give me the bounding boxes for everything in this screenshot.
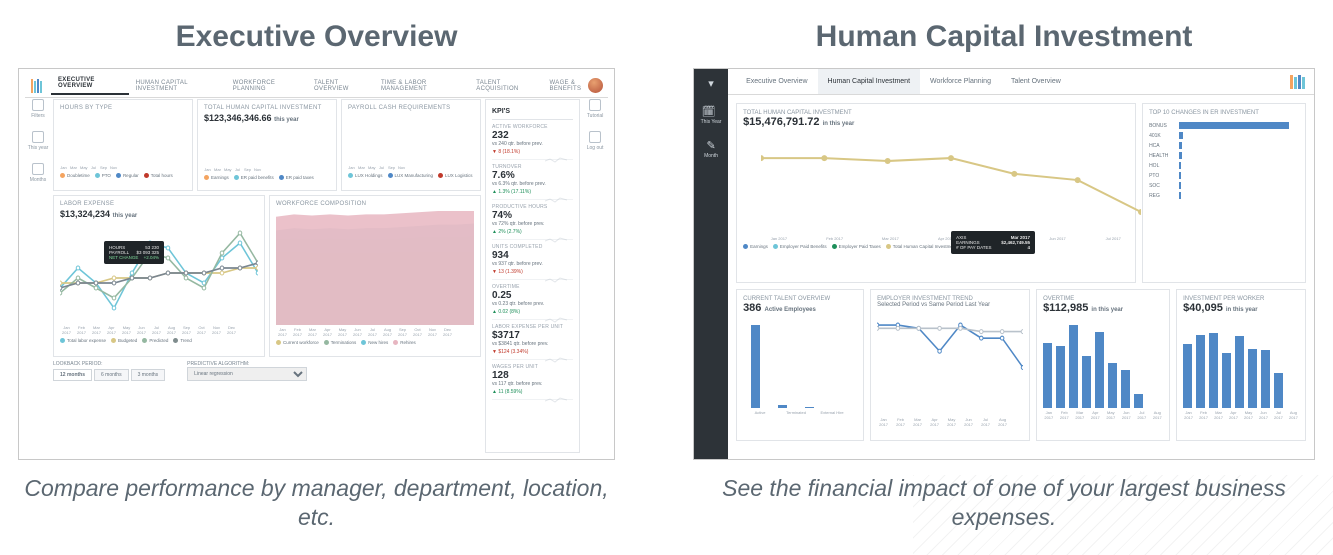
help-icon — [589, 99, 601, 111]
app-logo-icon — [31, 79, 45, 93]
lookback-3m[interactable]: 3 months — [131, 369, 166, 381]
comp-legend: Current workforce Terminations New hires… — [276, 340, 474, 345]
algorithm-select[interactable]: Linear regression — [187, 367, 307, 381]
panel-workforce-composition: WORKFORCE COMPOSITION Jan2017Feb2017Mar2… — [269, 195, 481, 357]
overtime-chart — [1043, 322, 1163, 408]
right-caption: See the financial impact of one of your … — [693, 474, 1315, 532]
kpi-item[interactable]: TURNOVER7.6%vs 6.3% qtr. before prev.▲ 1… — [492, 160, 573, 200]
tab-hci[interactable]: HUMAN CAPITAL INVESTMENT — [129, 80, 226, 92]
calendar-icon: 🗓 — [701, 103, 717, 119]
panel-title: HOURS BY TYPE — [60, 105, 186, 111]
labor-legend: Total labor expense Budgeted Predicted T… — [60, 338, 258, 343]
panel-title: LABOR EXPENSE — [60, 201, 258, 207]
panel-total-hci: TOTAL HUMAN CAPITAL INVESTMENT $123,346,… — [197, 99, 337, 191]
rail-this-year[interactable]: This year — [25, 131, 51, 151]
kpi-item[interactable]: OVERTIME0.25vs 0.23 qtr. before prev.▲ 0… — [492, 280, 573, 320]
kpi-item[interactable]: UNITS COMPLETED934vs 937 qtr. before pre… — [492, 240, 573, 280]
kpi-header: KPI'S — [492, 105, 573, 120]
rail-months[interactable]: Months — [25, 163, 51, 183]
rail-filters[interactable]: Filters — [25, 99, 51, 119]
left-heading: Executive Overview — [176, 20, 458, 54]
kpi-list: ACTIVE WORKFORCE232vs 240 qtr. before pr… — [492, 120, 573, 400]
hci-legend: Earnings ER paid benefits ER paid taxes — [204, 175, 330, 180]
b-left-rail: ▾ 🗓This Year ✎Month — [694, 69, 728, 459]
panel-total-hci-large: TOTAL HUMAN CAPITAL INVESTMENT $15,476,7… — [736, 103, 1136, 283]
hours-chart — [60, 117, 186, 163]
rail-month[interactable]: ✎Month — [703, 137, 719, 159]
payroll-chart — [348, 117, 474, 163]
calendar-icon — [32, 131, 44, 143]
pencil-icon: ✎ — [703, 137, 719, 153]
tab-workforce-planning[interactable]: WORKFORCE PLANNING — [226, 80, 307, 92]
lookback-12m[interactable]: 12 months — [53, 369, 92, 381]
kpi-item[interactable]: PRODUCTIVE HOURS74%vs 72% qtr. before pr… — [492, 200, 573, 240]
hci-tooltip: AXISMar 2017 EARNINGS$2,462,749.55 # OF … — [951, 231, 1035, 254]
panel-current-talent: CURRENT TALENT OVERVIEW 386 Active Emplo… — [736, 289, 864, 441]
left-rail: Filters This year Months — [25, 99, 51, 195]
logout-icon — [589, 131, 601, 143]
tab-executive-overview[interactable]: EXECUTIVE OVERVIEW — [51, 77, 129, 95]
panel-kpis: KPI'S ACTIVE WORKFORCE232vs 240 qtr. bef… — [485, 99, 580, 453]
algorithm-group: PREDICTIVE ALGORITHM: Linear regression — [187, 361, 307, 381]
tab-workforce-planning[interactable]: Workforce Planning — [920, 69, 1001, 94]
labor-axis: Jan2017Feb2017Mar2017Apr2017May2017Jun20… — [60, 325, 258, 335]
cto-chart — [751, 322, 857, 408]
tabs-bar: EXECUTIVE OVERVIEW HUMAN CAPITAL INVESTM… — [25, 75, 608, 98]
kpi-item[interactable]: WAGES PER UNIT128vs 117 qtr. before prev… — [492, 360, 573, 400]
funnel-icon — [32, 99, 44, 111]
panel-labor-expense: LABOR EXPENSE $13,324,234 this year HOUR… — [53, 195, 265, 357]
rail-tutorial[interactable]: Tutorial — [582, 99, 608, 119]
ipw-chart — [1183, 322, 1299, 408]
hours-legend: Doubletime PTO Regular Total hours — [60, 173, 186, 178]
panel-payroll-cash: PAYROLL CASH REQUIREMENTS JanMarMayJulSe… — [341, 99, 481, 191]
b-tabs: Executive Overview Human Capital Investm… — [728, 69, 1314, 95]
tab-talent-overview[interactable]: Talent Overview — [1001, 69, 1071, 94]
panel-title: TOTAL HUMAN CAPITAL INVESTMENT — [204, 105, 330, 111]
lookback-6m[interactable]: 6 months — [94, 369, 129, 381]
user-avatar[interactable] — [588, 78, 603, 93]
hours-axis: JanMarMayJulSepNov — [60, 165, 186, 170]
tab-exec-overview[interactable]: Executive Overview — [736, 69, 817, 94]
hci-dashboard: ▾ 🗓This Year ✎Month Executive Overview H… — [693, 68, 1315, 460]
grid-icon — [32, 163, 44, 175]
rail-logout[interactable]: Log out — [582, 131, 608, 151]
tab-talent-acq[interactable]: TALENT ACQUISITION — [469, 80, 542, 92]
panel-investment-trend: EMPLOYER INVESTMENT TREND Selected Perio… — [870, 289, 1030, 441]
payroll-axis: JanMarMayJulSepNov — [348, 165, 474, 170]
tab-talent-overview[interactable]: TALENT OVERVIEW — [307, 80, 374, 92]
total-hci-chart — [763, 134, 1129, 234]
hci-chart — [204, 129, 330, 165]
top10-bars: BONUS401KHCAHEALTHHOLPTOSOCREG — [1149, 122, 1299, 199]
executive-overview-dashboard: EXECUTIVE OVERVIEW HUMAN CAPITAL INVESTM… — [18, 68, 615, 460]
comp-axis: Jan2017Feb2017Mar2017Apr2017May2017Jun20… — [276, 327, 474, 337]
tab-hci[interactable]: Human Capital Investment — [818, 69, 920, 94]
payroll-legend: LUX Holdings LUX Manufacturing LUX Logis… — [348, 173, 474, 178]
app-logo-icon — [1290, 75, 1306, 89]
tab-tlm[interactable]: TIME & LABOR MANAGEMENT — [374, 80, 469, 92]
left-caption: Compare performance by manager, departme… — [18, 474, 615, 532]
panel-title: PAYROLL CASH REQUIREMENTS — [348, 105, 474, 111]
rail-this-year[interactable]: 🗓This Year — [701, 103, 722, 125]
hci-axis: JanMarMayJulSepNov — [204, 167, 330, 172]
labor-tooltip: HOURS53 230 PAYROLL$3 093 325 NET CHANGE… — [104, 241, 164, 264]
labor-line-chart: HOURS53 230 PAYROLL$3 093 325 NET CHANGE… — [60, 223, 258, 323]
rail-filter[interactable]: ▾ — [703, 75, 719, 91]
panel-investment-per-worker: INVESTMENT PER WORKER $40,095 in this ye… — [1176, 289, 1306, 441]
funnel-icon: ▾ — [703, 75, 719, 91]
composition-area-chart — [276, 211, 474, 325]
panel-controls: LOOKBACK PERIOD: 12 months 6 months 3 mo… — [53, 361, 481, 387]
panel-overtime: OVERTIME $112,985 in this year Jan2017Fe… — [1036, 289, 1170, 441]
panel-title: WORKFORCE COMPOSITION — [276, 201, 474, 207]
kpi-item[interactable]: LABOR EXPENSE PER UNIT$3717vs $3841 qtr.… — [492, 320, 573, 360]
panel-top10: TOP 10 CHANGES IN ER INVESTMENT BONUS401… — [1142, 103, 1306, 283]
lookback-group: LOOKBACK PERIOD: 12 months 6 months 3 mo… — [53, 361, 165, 381]
right-rail: Tutorial Log out — [582, 99, 608, 163]
panel-hours-by-type: HOURS BY TYPE JanMarMayJulSepNov Doublet… — [53, 99, 193, 191]
right-heading: Human Capital Investment — [816, 20, 1193, 54]
kpi-item[interactable]: ACTIVE WORKFORCE232vs 240 qtr. before pr… — [492, 120, 573, 160]
